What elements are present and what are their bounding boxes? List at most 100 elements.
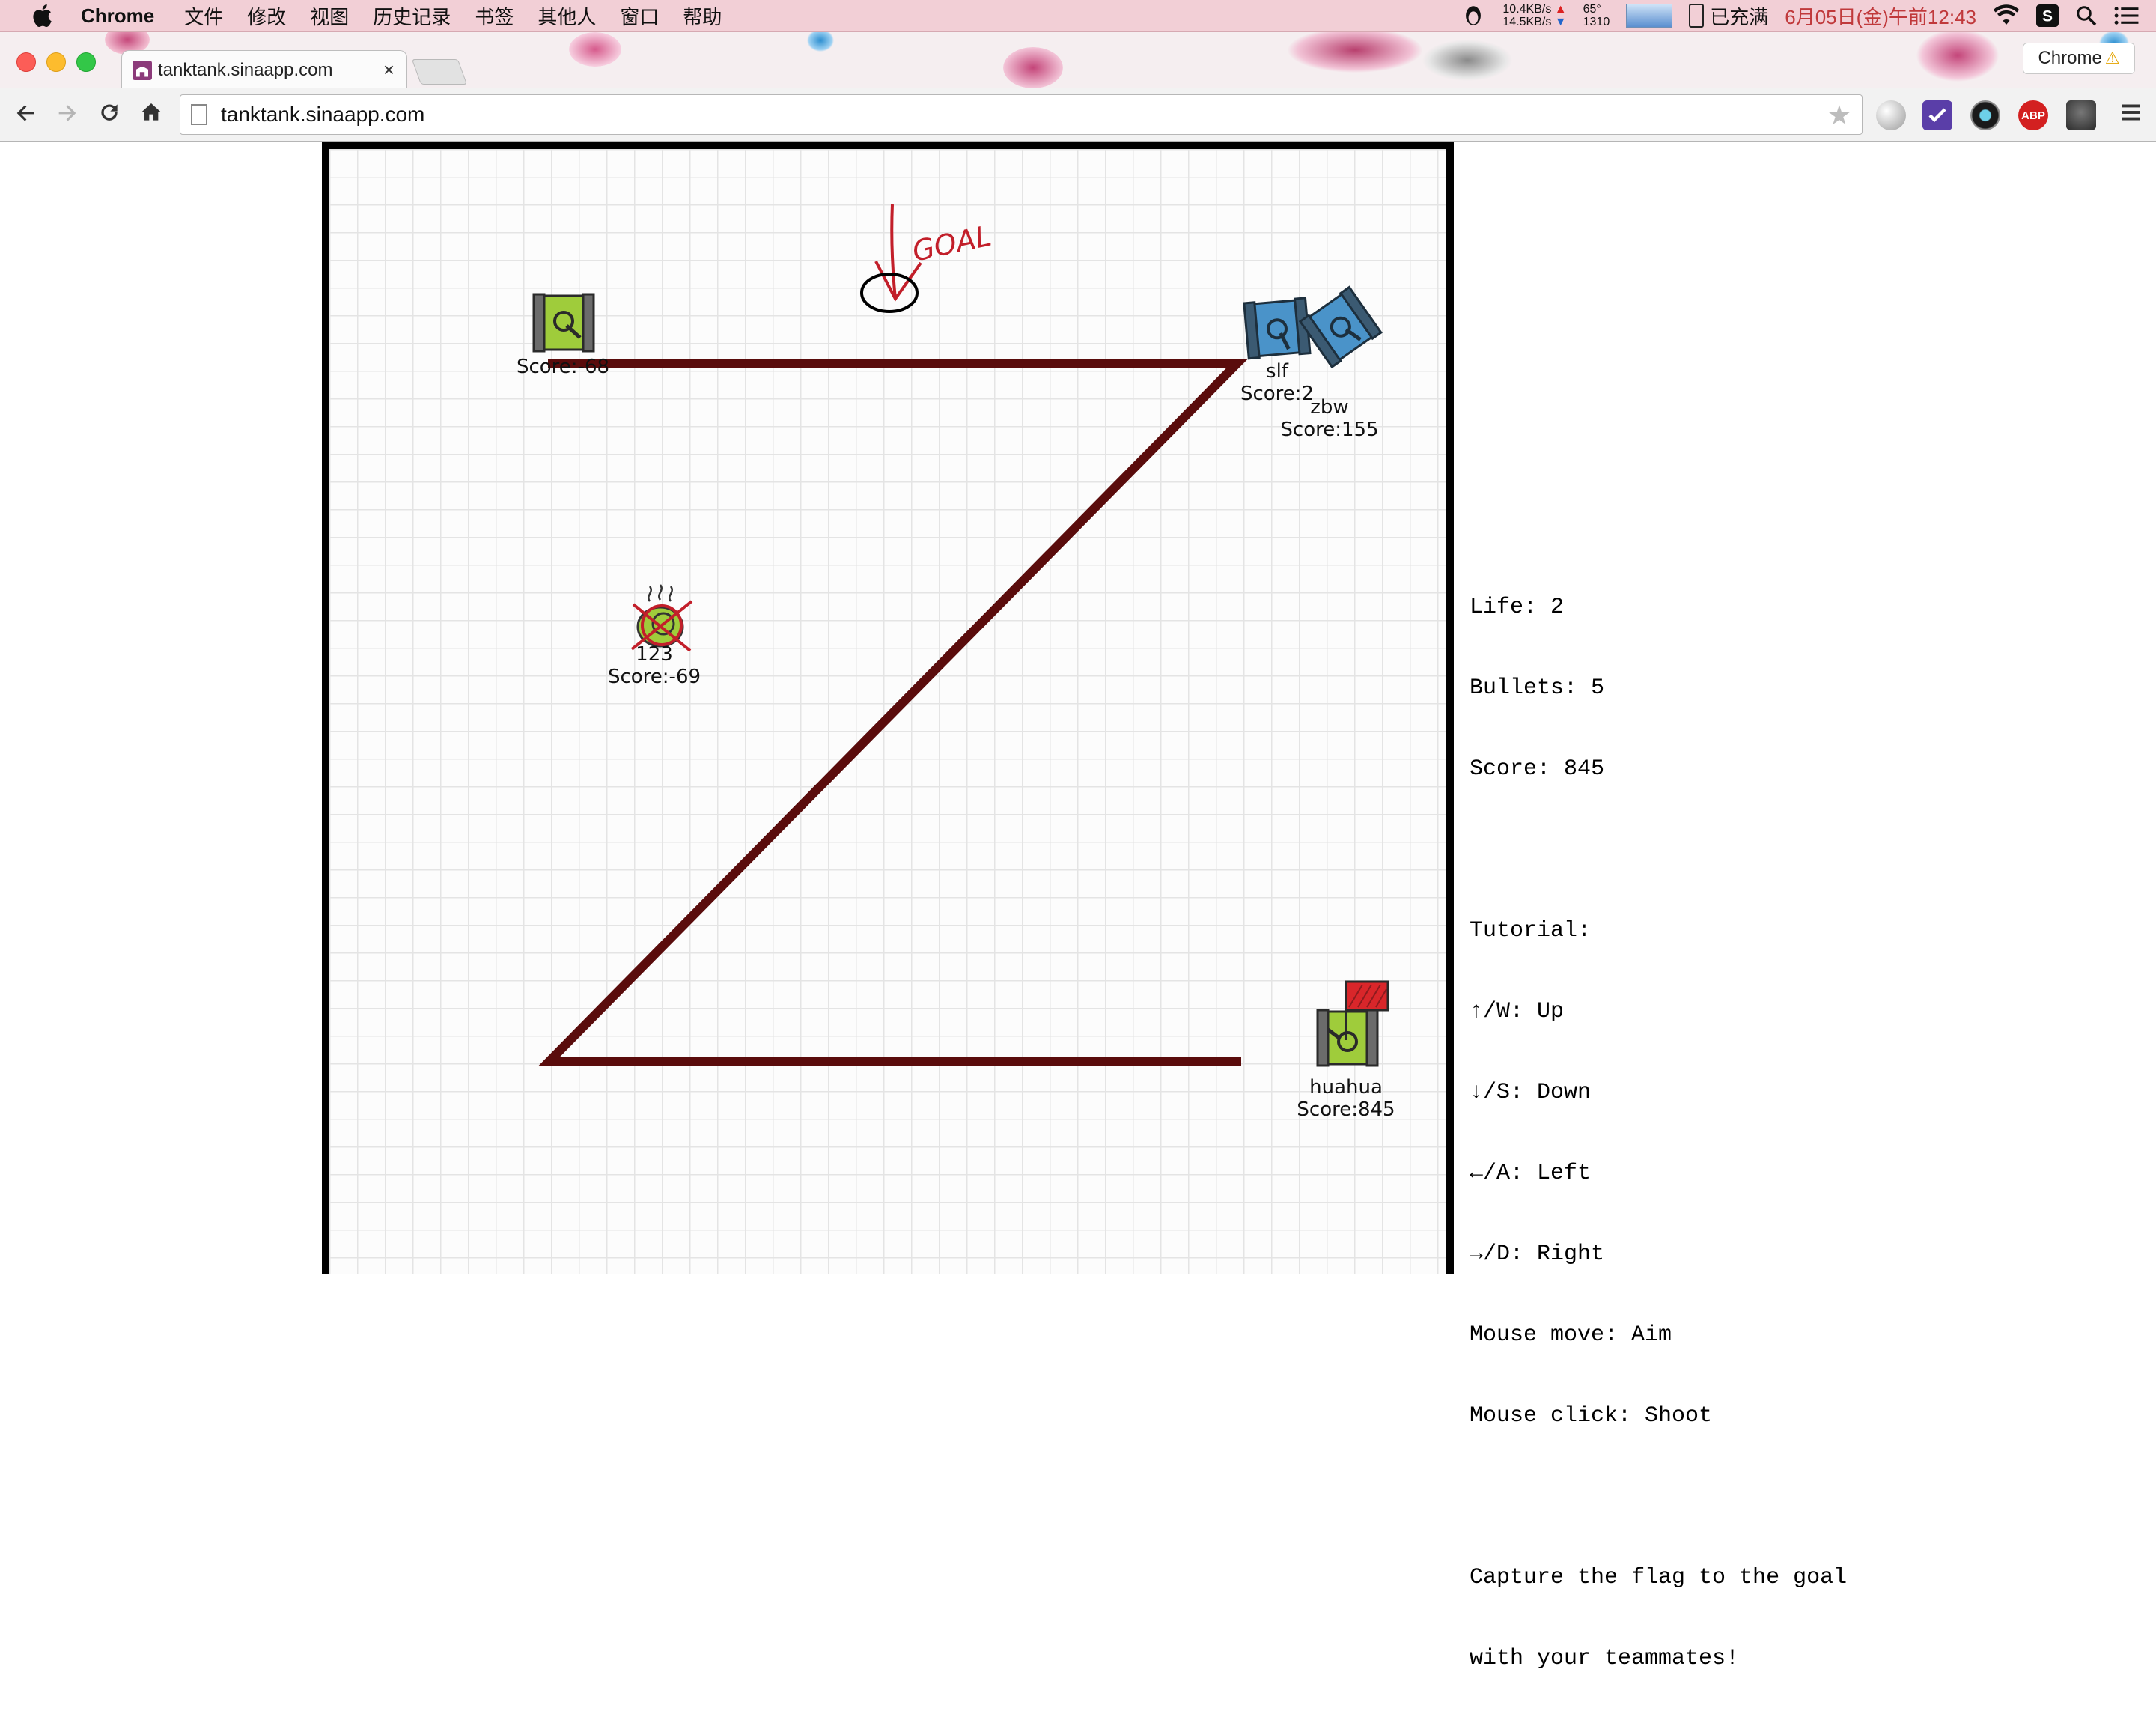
theme-flower bbox=[1916, 32, 1999, 82]
menu-bookmarks[interactable]: 书签 bbox=[475, 2, 514, 30]
tank-top-left bbox=[532, 293, 595, 353]
apple-menu-icon[interactable] bbox=[30, 2, 57, 29]
macos-menu-bar: Chrome 文件 修改 视图 历史记录 书签 其他人 窗口 帮助 10.4KB… bbox=[0, 0, 2156, 32]
tank-track bbox=[1365, 1009, 1379, 1067]
profile-name: Chrome bbox=[2038, 48, 2102, 68]
wall bbox=[538, 359, 1248, 1066]
bookmark-star-icon[interactable]: ★ bbox=[1827, 100, 1851, 131]
address-bar[interactable]: tanktank.sinaapp.com ★ bbox=[180, 94, 1863, 135]
player-score: Score:-69 bbox=[607, 666, 701, 688]
globe-extension-icon[interactable] bbox=[1876, 100, 1906, 130]
arena-graphics: GOAL bbox=[532, 204, 1389, 1067]
menu-view[interactable]: 视图 bbox=[310, 2, 349, 30]
cpu-temperature: 65° bbox=[1583, 3, 1601, 16]
wifi-icon[interactable] bbox=[1993, 4, 2020, 27]
player-label-top-left: Score:-68 bbox=[517, 356, 609, 378]
chrome-menu-button[interactable] bbox=[2116, 100, 2146, 129]
check-icon bbox=[1928, 108, 1946, 123]
bullets-stat: Bullets: 5 bbox=[1470, 675, 1605, 701]
profile-button[interactable]: Chrome ⚠ bbox=[2023, 43, 2135, 74]
back-button[interactable] bbox=[10, 100, 40, 129]
tank-track bbox=[532, 293, 546, 353]
adblock-label: ABP bbox=[2021, 109, 2045, 122]
menu-edit[interactable]: 修改 bbox=[247, 2, 286, 30]
player-label-123: 123 Score:-69 bbox=[608, 643, 701, 688]
info-panel: Life: 2 Bullets: 5 Score: 845 Tutorial: … bbox=[1470, 540, 1847, 1726]
score-stat: Score: 845 bbox=[1470, 756, 1605, 782]
forward-arrow-icon bbox=[58, 105, 76, 121]
svg-text:S: S bbox=[2042, 8, 2053, 25]
close-window-button[interactable] bbox=[16, 52, 36, 72]
eye-extension-icon[interactable] bbox=[1970, 100, 2000, 130]
forward-button[interactable] bbox=[52, 100, 82, 129]
warning-icon: ⚠ bbox=[2104, 49, 2120, 67]
s-app-icon[interactable]: S bbox=[2036, 4, 2059, 27]
life-stat: Life: 2 bbox=[1470, 595, 1565, 620]
page-content: GOAL Score:-68 slf Score:2 zbw Score:155… bbox=[0, 142, 2156, 1671]
checkmark-extension-icon[interactable] bbox=[1922, 100, 1952, 130]
theme-butterfly bbox=[807, 32, 834, 52]
tab-close-icon[interactable]: × bbox=[383, 58, 395, 82]
network-speed-monitor[interactable]: 10.4KB/s 14.5KB/s bbox=[1502, 3, 1566, 28]
theme-flower bbox=[1288, 32, 1422, 73]
menu-file[interactable]: 文件 bbox=[184, 2, 223, 30]
menubar-clock[interactable]: 6月05日(金)午前12:43 bbox=[1785, 2, 1976, 30]
hamburger-menu-icon bbox=[2122, 104, 2140, 121]
system-monitor[interactable]: 65° 1310 bbox=[1583, 3, 1610, 28]
tank-zbw bbox=[1298, 285, 1383, 369]
fan-speed: 1310 bbox=[1583, 16, 1610, 28]
control-left: ←/A: Left bbox=[1470, 1161, 1592, 1186]
player-label-huahua: huahua Score:845 bbox=[1297, 1076, 1395, 1121]
menu-help[interactable]: 帮助 bbox=[683, 2, 722, 30]
chrome-tab-strip: tanktank.sinaapp.com × Chrome ⚠ bbox=[0, 32, 2156, 88]
qq-penguin-icon[interactable] bbox=[1461, 3, 1486, 28]
battery-status[interactable]: 已充满 bbox=[1689, 2, 1768, 30]
app-name-menu[interactable]: Chrome bbox=[81, 4, 154, 28]
menu-window[interactable]: 窗口 bbox=[620, 2, 659, 30]
goal-label: GOAL bbox=[910, 219, 994, 268]
download-speed: 14.5KB/s bbox=[1502, 16, 1566, 28]
activity-graph[interactable] bbox=[1626, 4, 1673, 28]
tab-tanktank[interactable]: tanktank.sinaapp.com × bbox=[121, 50, 407, 88]
page-icon bbox=[191, 104, 207, 125]
home-icon bbox=[141, 103, 162, 121]
objective-line-1: Capture the flag to the goal bbox=[1470, 1565, 1848, 1590]
player-name: slf bbox=[1266, 360, 1288, 383]
tutorial-heading: Tutorial: bbox=[1470, 918, 1592, 943]
upload-speed: 10.4KB/s bbox=[1502, 3, 1566, 16]
goal-marker: GOAL bbox=[860, 204, 994, 313]
back-arrow-icon bbox=[16, 105, 34, 121]
player-label-zbw: zbw Score:155 bbox=[1280, 396, 1378, 441]
menu-people[interactable]: 其他人 bbox=[538, 2, 596, 30]
minimize-window-button[interactable] bbox=[46, 52, 66, 72]
menu-history[interactable]: 历史记录 bbox=[373, 2, 451, 30]
control-right: →/D: Right bbox=[1470, 1242, 1605, 1267]
new-tab-button[interactable] bbox=[411, 59, 468, 85]
evernote-extension-icon[interactable] bbox=[2066, 100, 2096, 130]
theme-flower bbox=[569, 32, 621, 67]
browser-toolbar: tanktank.sinaapp.com ★ ABP bbox=[0, 88, 2156, 142]
home-button[interactable] bbox=[136, 100, 166, 129]
zoom-window-button[interactable] bbox=[76, 52, 96, 72]
player-name: zbw bbox=[1310, 396, 1349, 419]
url-text[interactable]: tanktank.sinaapp.com bbox=[221, 103, 424, 127]
player-name: 123 bbox=[636, 643, 673, 666]
goal-circle bbox=[860, 273, 919, 313]
game-arena[interactable]: GOAL Score:-68 slf Score:2 zbw Score:155… bbox=[322, 142, 1454, 1274]
theme-flower bbox=[1003, 47, 1063, 88]
theme-flower bbox=[1422, 40, 1512, 81]
reload-icon bbox=[101, 104, 118, 121]
adblock-extension-icon[interactable]: ABP bbox=[2018, 100, 2048, 130]
reload-button[interactable] bbox=[94, 100, 124, 129]
battery-icon bbox=[1689, 4, 1705, 28]
spotlight-search-icon[interactable] bbox=[2075, 4, 2098, 27]
notification-center-icon[interactable] bbox=[2114, 4, 2140, 27]
player-score: Score:-68 bbox=[516, 356, 610, 378]
player-score: Score:155 bbox=[1280, 419, 1379, 441]
control-down: ↓/S: Down bbox=[1470, 1080, 1592, 1105]
control-shoot: Mouse click: Shoot bbox=[1470, 1403, 1713, 1429]
control-aim: Mouse move: Aim bbox=[1470, 1322, 1672, 1348]
battery-label: 已充满 bbox=[1710, 5, 1769, 28]
